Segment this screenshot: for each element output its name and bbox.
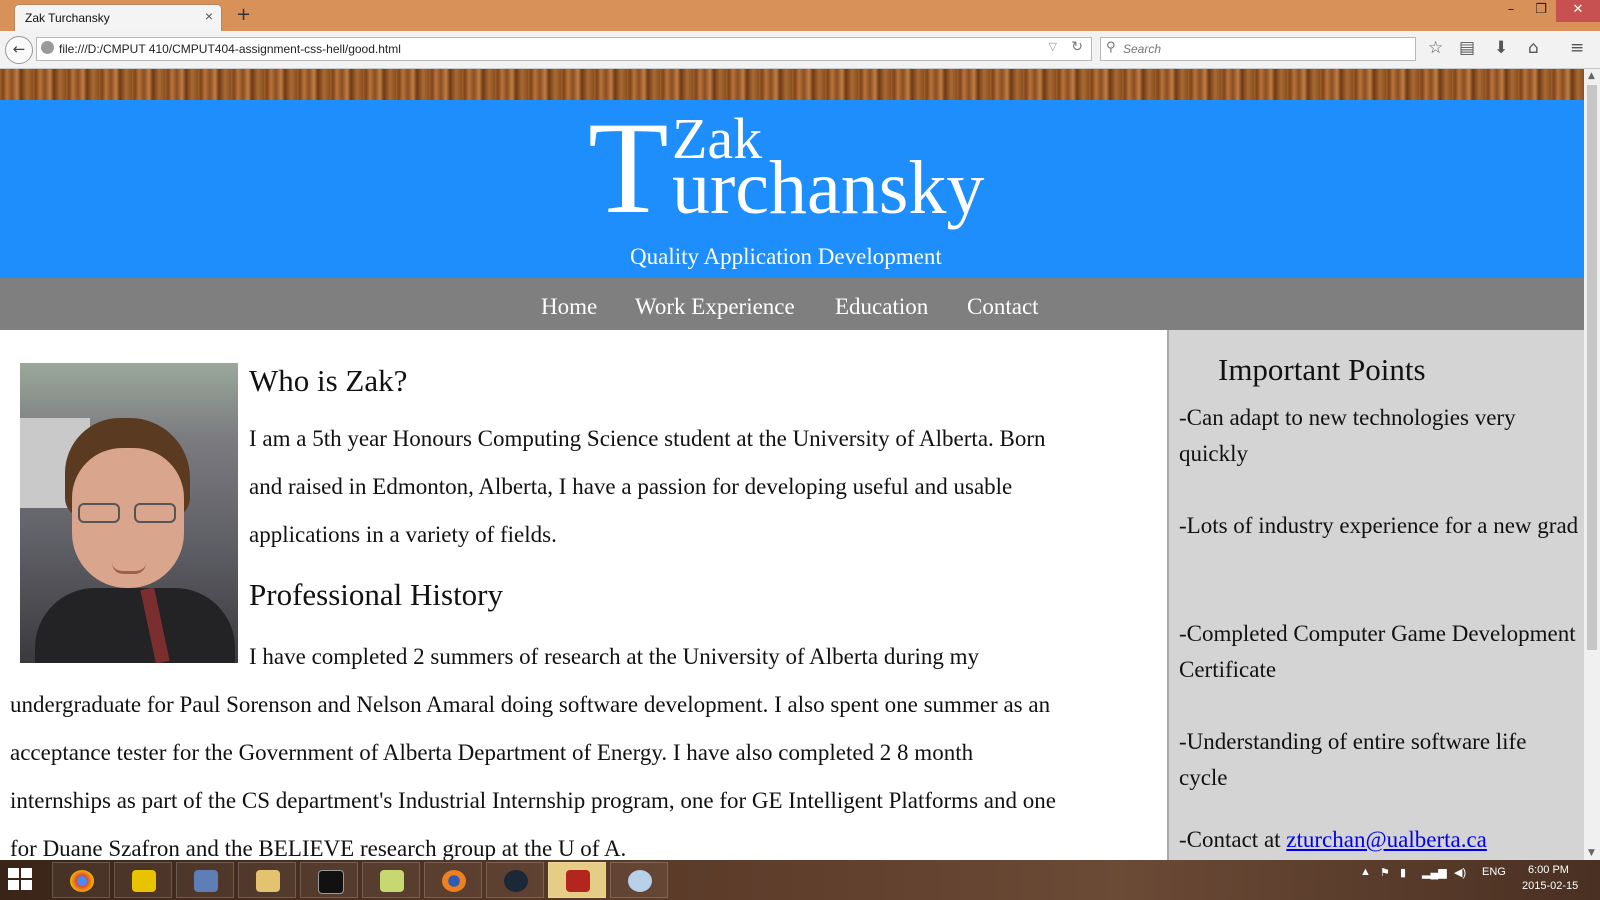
taskbar-pdf-icon[interactable]	[114, 862, 172, 898]
taskbar-editor-icon[interactable]	[362, 862, 420, 898]
who-line: I am a 5th year Honours Computing Scienc…	[249, 426, 1046, 451]
main-content: Who is Zak? I am a 5th year Honours Comp…	[0, 330, 1167, 860]
taskbar-paint-icon[interactable]	[610, 862, 668, 898]
history-line: undergraduate for Paul Sorenson and Nels…	[10, 692, 1051, 717]
who-line: and raised in Edmonton, Alberta, I have …	[249, 474, 1013, 499]
taskbar-chrome-icon[interactable]	[52, 862, 110, 898]
history-line: I have completed 2 summers of research a…	[249, 644, 980, 669]
site-logo[interactable]: T Zak urchansky Quality Application Deve…	[0, 100, 1584, 278]
search-bar[interactable]: ⚲	[1100, 37, 1416, 61]
contact-email-link[interactable]: zturchan@ualberta.ca	[1286, 827, 1487, 852]
taskbar-command-prompt-icon[interactable]	[300, 862, 358, 898]
who-line: applications in a variety of fields.	[249, 522, 557, 547]
tray-volume-icon[interactable]: ◀)	[1454, 866, 1466, 879]
history-line: for Duane Szafron and the BELIEVE resear…	[10, 836, 627, 860]
clock-date[interactable]: 2015-02-15	[1522, 880, 1578, 892]
tray-show-hidden-icon[interactable]: ▲	[1360, 866, 1371, 878]
taskbar-dota-icon[interactable]	[548, 862, 606, 898]
history-line: acceptance tester for the Government of …	[10, 740, 974, 765]
url-dropdown-icon[interactable]: ▽	[1049, 40, 1057, 53]
page-scrollbar[interactable]: ▲ ▼	[1584, 69, 1600, 860]
url-bar[interactable]: file:///D:/CMPUT 410/CMPUT404-assignment…	[36, 37, 1092, 61]
scroll-up-icon[interactable]: ▲	[1588, 71, 1595, 81]
page-viewport: T Zak urchansky Quality Application Deve…	[0, 69, 1584, 860]
point-item: -Can adapt to new technologies very quic…	[1179, 405, 1516, 466]
back-arrow-icon[interactable]: ←	[5, 36, 33, 64]
tray-power-icon[interactable]: ▮	[1400, 866, 1406, 879]
who-heading: Who is Zak?	[249, 363, 408, 398]
wood-banner	[0, 69, 1584, 100]
home-icon[interactable]: ⌂	[1528, 38, 1539, 58]
nav-home[interactable]: Home	[541, 294, 597, 320]
taskbar-firefox-icon[interactable]	[424, 862, 482, 898]
download-icon[interactable]: ⬇	[1494, 38, 1508, 58]
url-text[interactable]: file:///D:/CMPUT 410/CMPUT404-assignment…	[59, 42, 401, 56]
site-nav: Home Work Experience Education Contact	[0, 278, 1584, 330]
browser-toolbar: ← file:///D:/CMPUT 410/CMPUT404-assignme…	[0, 31, 1600, 69]
taskbar-file-explorer-icon[interactable]	[238, 862, 296, 898]
clock-time[interactable]: 6:00 PM	[1528, 864, 1569, 876]
bookmark-star-icon[interactable]: ☆	[1428, 38, 1443, 58]
tray-flag-icon[interactable]: ⚑	[1380, 866, 1390, 879]
windows-taskbar: ▲ ⚑ ▮ ▂▄▆ ◀) ENG 6:00 PM 2015-02-15	[0, 860, 1600, 900]
browser-tab[interactable]: Zak Turchansky ×	[14, 4, 222, 31]
tray-signal-icon[interactable]: ▂▄▆	[1422, 866, 1447, 879]
tab-close-icon[interactable]: ×	[205, 8, 213, 24]
contact-prefix: -Contact at	[1179, 827, 1287, 852]
history-line: internships as part of the CS department…	[10, 788, 1056, 813]
browser-titlebar: Zak Turchansky × + – ❐ ✕	[0, 0, 1600, 31]
point-item: -Understanding of entire software life c…	[1179, 729, 1527, 790]
search-icon: ⚲	[1106, 40, 1116, 55]
window-minimize-button[interactable]: –	[1496, 0, 1526, 22]
point-item: -Completed Computer Game Development Cer…	[1179, 621, 1576, 682]
menu-icon[interactable]: ≡	[1570, 38, 1584, 58]
reading-list-icon[interactable]: ▤	[1459, 38, 1475, 58]
tray-language[interactable]: ENG	[1482, 866, 1506, 878]
taskbar-network-tool-icon[interactable]	[176, 862, 234, 898]
reload-icon[interactable]: ↻	[1071, 39, 1083, 55]
logo-last-name: urchansky	[672, 146, 985, 230]
windows-start-icon[interactable]	[8, 868, 34, 892]
nav-education[interactable]: Education	[835, 294, 928, 320]
nav-contact[interactable]: Contact	[967, 294, 1039, 320]
nav-work-experience[interactable]: Work Experience	[635, 294, 795, 320]
tab-title: Zak Turchansky	[25, 11, 110, 25]
profile-photo	[20, 363, 238, 663]
search-input[interactable]	[1123, 40, 1408, 58]
site-header: T Zak urchansky Quality Application Deve…	[0, 100, 1584, 278]
window-close-button[interactable]: ✕	[1556, 0, 1600, 22]
sidebar-title: Important Points	[1218, 352, 1426, 387]
logo-initial: T	[588, 94, 669, 241]
new-tab-button[interactable]: +	[236, 4, 251, 25]
scroll-down-icon[interactable]: ▼	[1588, 848, 1595, 858]
globe-icon	[41, 41, 54, 54]
taskbar-steam-icon[interactable]	[486, 862, 544, 898]
important-points-sidebar: Important Points -Can adapt to new techn…	[1167, 330, 1584, 860]
point-contact: -Contact at zturchan@ualberta.ca	[1179, 822, 1487, 858]
scrollbar-thumb[interactable]	[1587, 85, 1597, 650]
logo-tagline: Quality Application Development	[630, 244, 942, 269]
window-maximize-button[interactable]: ❐	[1526, 0, 1556, 22]
point-item: -Lots of industry experience for a new g…	[1179, 513, 1579, 538]
history-heading: Professional History	[249, 577, 504, 612]
